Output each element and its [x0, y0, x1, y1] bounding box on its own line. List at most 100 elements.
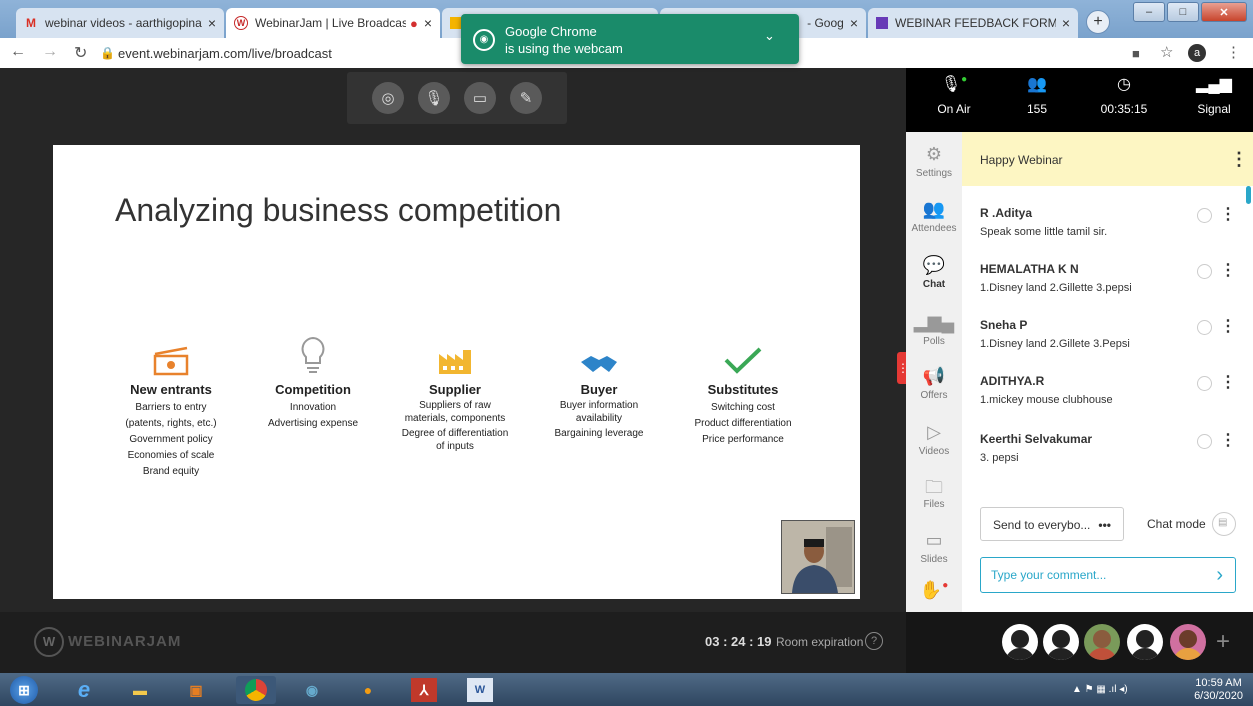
reload-icon[interactable]: ↻ — [74, 43, 87, 63]
tab-gmail[interactable]: M webinar videos - aarthigopinath × — [16, 8, 224, 38]
sidebar-item-hand-raise[interactable]: ✋● — [906, 580, 962, 604]
address-bar[interactable]: event.webinarjam.com/live/broadcast — [118, 46, 332, 61]
webinarjam-icon: W — [234, 16, 248, 30]
gmail-icon: M — [26, 16, 36, 30]
chat-message: ADITHYA.R 1.mickey mouse clubhouse ⋮ — [980, 374, 1240, 406]
brand-logo-text: WEBINARJAM — [68, 633, 182, 650]
avatar[interactable] — [1084, 624, 1120, 660]
chevron-down-icon[interactable]: ⌄ — [764, 28, 775, 44]
column-heading: Buyer — [580, 382, 618, 397]
message-menu-icon[interactable]: ⋮ — [1220, 204, 1236, 224]
column-line: Buyer information — [559, 400, 639, 411]
column-line: (patents, rights, etc.) — [125, 418, 217, 429]
chat-mode-toggle[interactable]: ▤ — [1212, 512, 1236, 536]
tab-webinar-feedback-form[interactable]: WEBINAR FEEDBACK FORM × — [868, 8, 1078, 38]
select-message-radio[interactable] — [1197, 208, 1212, 223]
select-message-radio[interactable] — [1197, 376, 1212, 391]
sidebar-item-files[interactable]: 🗀 Files — [906, 475, 962, 510]
chrome-taskbar-icon[interactable] — [236, 676, 276, 704]
profile-avatar[interactable]: a — [1188, 44, 1206, 62]
system-tray-icons[interactable]: ▲ ⚑ ▦ .ıl ◂) — [1072, 684, 1128, 695]
sidebar-item-offers[interactable]: 📢 Offers — [906, 366, 962, 401]
sidebar-item-videos[interactable]: ▷ Videos — [906, 422, 962, 457]
close-tab-icon[interactable]: × — [850, 15, 858, 31]
banner-menu-icon[interactable]: ⋮ — [1230, 149, 1248, 170]
sidebar-item-slides[interactable]: ▭ Slides — [906, 530, 962, 565]
forward-arrow-icon[interactable]: → — [42, 43, 58, 61]
column-line: of inputs — [436, 441, 474, 452]
chat-text: 3. pepsi — [980, 452, 1019, 464]
chat-scrollbar[interactable] — [1246, 186, 1251, 204]
close-tab-icon[interactable]: × — [424, 15, 432, 31]
word-icon[interactable]: W — [467, 678, 493, 702]
maximize-button[interactable]: □ — [1167, 2, 1199, 22]
acrobat-icon[interactable]: ⅄ — [411, 678, 437, 702]
send-to-dropdown[interactable]: Send to everybo... ••• — [980, 507, 1124, 541]
new-tab-button[interactable]: + — [1086, 10, 1110, 34]
presenter-webcam-feed[interactable] — [781, 520, 855, 594]
sidebar-item-settings[interactable]: ⚙ Settings — [906, 144, 962, 179]
file-explorer-icon[interactable]: ▬ — [120, 676, 160, 704]
lock-icon: 🔒 — [100, 46, 115, 60]
broadcast-controls: ◎ 🎙 ▭ ✎ — [347, 72, 567, 124]
menu-kebab-icon[interactable]: ⋮ — [1226, 43, 1241, 61]
close-window-button[interactable]: ✕ — [1201, 2, 1247, 22]
sidebar-item-polls[interactable]: ▂▆▄ Polls — [906, 312, 962, 347]
chat-mode-label: Chat mode — [1147, 517, 1206, 531]
avatar[interactable] — [1002, 624, 1038, 660]
presentation-icon: ▭ — [925, 530, 943, 550]
camera-indicator-icon[interactable]: ■ — [1132, 46, 1140, 61]
sidebar-item-label: Videos — [918, 446, 950, 457]
internet-explorer-icon[interactable]: e — [64, 676, 104, 704]
avatar[interactable] — [1127, 624, 1163, 660]
media-player-icon[interactable]: ▣ — [176, 676, 216, 704]
system-clock[interactable]: 10:59 AM 6/30/2020 — [1194, 677, 1243, 703]
banner-text: Happy Webinar — [980, 153, 1063, 167]
firefox-icon[interactable]: ● — [348, 676, 388, 704]
help-icon[interactable]: ? — [865, 632, 883, 650]
handshake-icon — [524, 330, 674, 376]
chat-message: R .Aditya Speak some little tamil sir. ⋮ — [980, 206, 1240, 238]
message-menu-icon[interactable]: ⋮ — [1220, 260, 1236, 280]
select-message-radio[interactable] — [1197, 320, 1212, 335]
sidebar-item-label: Settings — [915, 168, 953, 179]
column-heading: New entrants — [130, 382, 212, 397]
webcam-button[interactable]: ◎ — [372, 82, 404, 114]
send-arrow-icon[interactable]: › — [1216, 564, 1223, 587]
message-menu-icon[interactable]: ⋮ — [1220, 372, 1236, 392]
start-button-icon[interactable]: ⊞ — [10, 676, 38, 704]
avatar[interactable] — [1170, 624, 1206, 660]
attendees-icon: 👥 — [1027, 76, 1047, 93]
elapsed-time-value: 00:35:15 — [1100, 102, 1148, 116]
add-participant-icon[interactable]: + — [1216, 628, 1230, 656]
avatar[interactable] — [1043, 624, 1079, 660]
chat-message: Sneha P 1.Disney land 2.Gillete 3.Pepsi … — [980, 318, 1240, 350]
message-menu-icon[interactable]: ⋮ — [1220, 430, 1236, 450]
comment-input[interactable]: Type your comment... › — [980, 557, 1236, 593]
message-menu-icon[interactable]: ⋮ — [1220, 316, 1236, 336]
lightbulb-icon — [238, 330, 388, 376]
screen-share-button[interactable]: ▭ — [464, 82, 496, 114]
minimize-button[interactable]: – — [1133, 2, 1165, 22]
select-message-radio[interactable] — [1197, 264, 1212, 279]
close-tab-icon[interactable]: × — [208, 15, 216, 31]
more-options-icon: ••• — [1098, 518, 1111, 532]
tab-webinarjam[interactable]: W WebinarJam | Live Broadcas ● × — [226, 8, 440, 38]
select-message-radio[interactable] — [1197, 434, 1212, 449]
tab-label: WEBINAR FEEDBACK FORM — [895, 16, 1056, 30]
microphone-button[interactable]: 🎙 — [418, 82, 450, 114]
notification-text: is using the webcam — [505, 41, 623, 56]
slide-column-buyer: Buyer Buyer information availability Bar… — [524, 330, 674, 442]
bookmark-star-icon[interactable]: ☆ — [1160, 43, 1173, 61]
back-arrow-icon[interactable]: ← — [10, 43, 26, 61]
column-heading: Competition — [275, 382, 351, 397]
draw-button[interactable]: ✎ — [510, 82, 542, 114]
chat-bubble-icon: 💬 — [922, 255, 946, 275]
close-tab-icon[interactable]: × — [1062, 15, 1070, 31]
media-app-icon[interactable]: ◉ — [292, 676, 332, 704]
megaphone-icon: 📢 — [922, 366, 946, 386]
forms-icon — [876, 17, 888, 29]
microphone-icon: 🎙● — [940, 74, 968, 93]
sidebar-item-attendees[interactable]: 👥 Attendees — [906, 199, 962, 234]
sidebar-item-chat[interactable]: 💬 Chat — [906, 255, 962, 290]
